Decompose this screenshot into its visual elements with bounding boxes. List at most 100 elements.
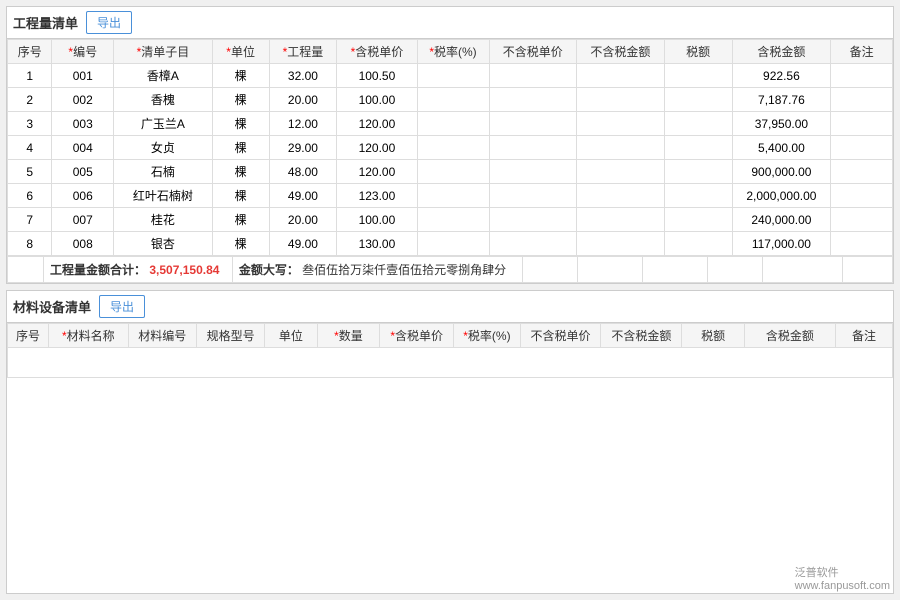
cell-no_tax_amt [577,232,665,256]
cell-unit: 棵 [212,232,269,256]
cell-name: 桂花 [114,208,213,232]
cell-total: 2,000,000.00 [732,184,831,208]
th-no-tax-price: 不含税单价 [489,40,577,64]
cell-no_tax_amt [577,160,665,184]
th-note: 备注 [831,40,893,64]
cell-code: 008 [52,232,114,256]
cell-unit: 棵 [212,88,269,112]
cell-unit: 棵 [212,208,269,232]
cell-code: 006 [52,184,114,208]
cell-name: 石楠 [114,160,213,184]
summary-label: 工程量金额合计： [50,263,146,277]
section2-export-button[interactable]: 导出 [99,295,145,318]
cell-code: 007 [52,208,114,232]
cell-no_tax_amt [577,184,665,208]
th2-no-tax-price: 不含税单价 [520,324,601,348]
section1-table-wrapper[interactable]: 序号 *编号 *清单子目 *单位 *工程量 *含税单价 *税率(%) 不含税单价… [7,39,893,256]
th-unit: *单位 [212,40,269,64]
th2-total: 含税金额 [744,324,835,348]
th-tax-price: *含税单价 [337,40,417,64]
cell-note [831,112,893,136]
th2-unit: 单位 [265,324,317,348]
th2-tax-rate: *税率(%) [454,324,520,348]
cell-qty: 32.00 [269,64,337,88]
cell-tax_price: 120.00 [337,136,417,160]
cell-name: 广玉兰A [114,112,213,136]
section1-export-button[interactable]: 导出 [86,11,132,34]
cell-qty: 29.00 [269,136,337,160]
cell-seq: 2 [8,88,52,112]
cell-no_tax_amt [577,88,665,112]
cell-tax_rate [417,184,489,208]
cell-qty: 20.00 [269,208,337,232]
summary-row: 工程量金额合计： 3,507,150.84 金额大写： 叁佰伍拾万柒仟壹佰伍拾元… [8,257,893,283]
cell-note [831,136,893,160]
cell-note [831,160,893,184]
cell-tax_amt [664,208,732,232]
cell-seq: 7 [8,208,52,232]
cell-seq: 8 [8,232,52,256]
th2-mat-name: *材料名称 [48,324,128,348]
th-name: *清单子目 [114,40,213,64]
cell-no_tax_price [489,64,577,88]
th2-qty: *数量 [317,324,380,348]
cell-note [831,64,893,88]
section1-title: 工程量清单 [13,13,78,32]
th-qty: *工程量 [269,40,337,64]
cell-no_tax_amt [577,136,665,160]
th2-spec: 规格型号 [196,324,264,348]
table-row: 5005石楠棵48.00120.00900,000.00 [8,160,893,184]
cell-name: 香樟A [114,64,213,88]
cell-tax_rate [417,136,489,160]
section2-header: 材料设备清单 导出 [7,291,893,323]
cell-qty: 20.00 [269,88,337,112]
th-tax-amt: 税额 [664,40,732,64]
cell-unit: 棵 [212,112,269,136]
amount-text: 叁佰伍拾万柒仟壹佰伍拾元零捌角肆分 [302,263,506,277]
th2-mat-code: 材料编号 [128,324,196,348]
section2-empty-row [8,348,893,378]
cell-no_tax_price [489,160,577,184]
cell-total: 37,950.00 [732,112,831,136]
cell-no_tax_amt [577,64,665,88]
cell-total: 7,187.76 [732,88,831,112]
table-row: 4004女贞棵29.00120.005,400.00 [8,136,893,160]
cell-total: 117,000.00 [732,232,831,256]
section1-table: 序号 *编号 *清单子目 *单位 *工程量 *含税单价 *税率(%) 不含税单价… [7,39,893,256]
cell-tax_rate [417,112,489,136]
cell-qty: 49.00 [269,232,337,256]
cell-seq: 3 [8,112,52,136]
cell-unit: 棵 [212,64,269,88]
cell-name: 红叶石楠树 [114,184,213,208]
cell-qty: 12.00 [269,112,337,136]
th2-seq: 序号 [8,324,49,348]
cell-no_tax_amt [577,208,665,232]
cell-unit: 棵 [212,136,269,160]
cell-unit: 棵 [212,160,269,184]
th-tax-rate: *税率(%) [417,40,489,64]
section1-header: 工程量清单 导出 [7,7,893,39]
table-row: 7007桂花棵20.00100.00240,000.00 [8,208,893,232]
cell-note [831,232,893,256]
cell-code: 001 [52,64,114,88]
section1-summary-table: 工程量金额合计： 3,507,150.84 金额大写： 叁佰伍拾万柒仟壹佰伍拾元… [7,256,893,283]
cell-seq: 1 [8,64,52,88]
cell-tax_amt [664,112,732,136]
table-row: 1001香樟A棵32.00100.50922.56 [8,64,893,88]
cell-tax_price: 130.00 [337,232,417,256]
cell-tax_amt [664,136,732,160]
cell-qty: 48.00 [269,160,337,184]
cell-no_tax_price [489,112,577,136]
cell-tax_amt [664,88,732,112]
cell-no_tax_price [489,88,577,112]
cell-tax_rate [417,64,489,88]
cell-tax_rate [417,232,489,256]
table-row: 3003广玉兰A棵12.00120.0037,950.00 [8,112,893,136]
cell-code: 002 [52,88,114,112]
cell-tax_rate [417,160,489,184]
th2-tax-amt: 税额 [682,324,745,348]
cell-tax_amt [664,160,732,184]
cell-code: 004 [52,136,114,160]
cell-total: 922.56 [732,64,831,88]
cell-tax_rate [417,208,489,232]
